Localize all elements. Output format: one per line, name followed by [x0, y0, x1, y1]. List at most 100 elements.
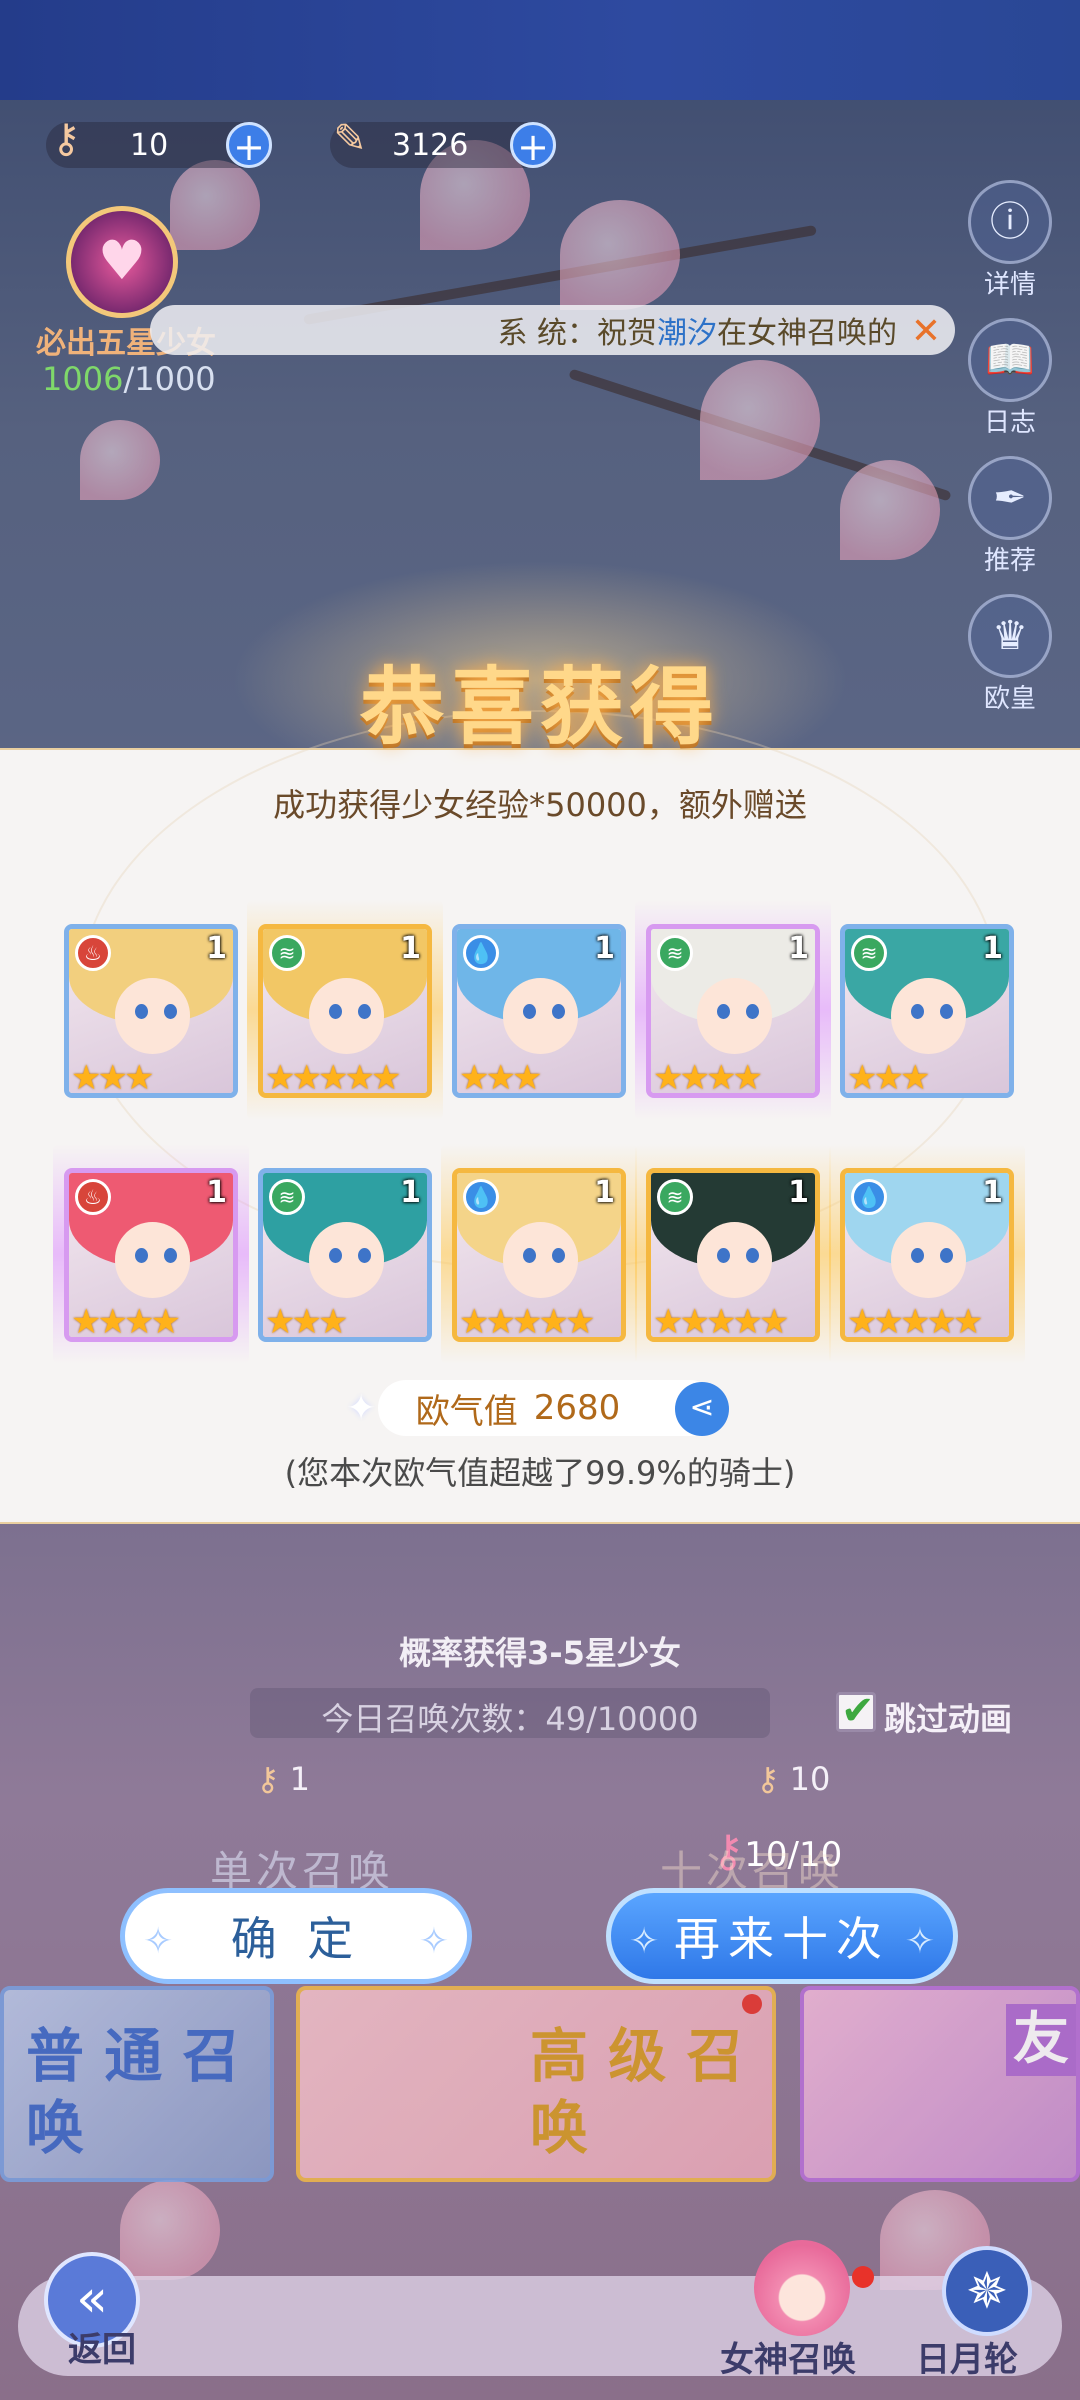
normal-summon-panel[interactable]: 普 通 召唤: [0, 1986, 274, 2182]
add-keys-button[interactable]: +: [226, 122, 272, 169]
water-element-icon: 💧: [463, 935, 499, 971]
reward-card[interactable]: ♨ 1 ★ ★ ★: [64, 924, 238, 1098]
card-count: 1: [400, 931, 421, 966]
reward-card[interactable]: ≋ 1 ★ ★ ★: [258, 1168, 432, 1342]
summon-key-counter: ⚷ 10 +: [46, 116, 272, 169]
star-icon: ★: [150, 1302, 181, 1342]
card-count: 1: [206, 931, 227, 966]
character-eye: [134, 1004, 148, 1020]
fire-element-icon: ♨: [75, 1179, 111, 1215]
checkmark-icon: ✔: [841, 1688, 875, 1734]
single-cost: ⚷ 1: [256, 1760, 310, 1798]
normal-summon-label: 普 通 召唤: [26, 2022, 241, 2162]
card-count: 1: [982, 1175, 1003, 1210]
character-face: [696, 1222, 773, 1298]
summon-key-icon: ⚷: [51, 116, 81, 162]
feather-quill-icon: ✎: [333, 116, 367, 162]
sun-moon-wheel-label: 日月轮: [916, 2340, 1018, 2380]
card-count: 1: [594, 931, 615, 966]
reward-card[interactable]: ≋ 1 ★ ★ ★ ★ ★: [258, 924, 432, 1098]
card-count: 1: [788, 931, 809, 966]
daily-count: 今日召唤次数：49/10000: [321, 1700, 699, 1738]
quill-counter: ✎ 3126 +: [330, 116, 556, 169]
confirm-button[interactable]: ✧ 确 定 ✧: [120, 1888, 472, 1984]
reward-card[interactable]: ≋ 1 ★ ★ ★ ★: [646, 924, 820, 1098]
notification-dot: [742, 1994, 762, 2014]
quill-value: 3126: [392, 127, 469, 163]
summon-again-button[interactable]: ✧ 再来十次 ✧: [606, 1888, 958, 1984]
card-count: 1: [400, 1175, 421, 1210]
confirm-label: 确 定: [230, 1912, 362, 1966]
close-icon[interactable]: ✕: [911, 311, 941, 352]
star-rating: ★ ★ ★: [71, 1061, 154, 1093]
add-quills-button[interactable]: +: [510, 122, 556, 169]
card-count: 1: [982, 931, 1003, 966]
quill-icon: ✒: [968, 456, 1052, 540]
reward-card[interactable]: ≋ 1 ★ ★ ★ ★ ★: [646, 1168, 820, 1342]
sun-moon-wheel-tab[interactable]: ✵ 日月轮: [910, 2240, 1070, 2380]
reward-card[interactable]: ♨ 1 ★ ★ ★ ★: [64, 1168, 238, 1342]
top-banner: [0, 0, 1080, 100]
heart-icon: ♥: [97, 229, 147, 292]
single-cost-value: 1: [289, 1760, 310, 1798]
character-face: [890, 1222, 967, 1298]
luck-label: 欧气值: [415, 1391, 518, 1432]
reward-card[interactable]: 💧 1 ★ ★ ★ ★ ★: [452, 1168, 626, 1342]
character-face: [502, 978, 579, 1054]
ten-cost: ⚷ 10: [756, 1760, 830, 1798]
summon-key-value: 10: [130, 127, 169, 163]
recommend-button[interactable]: ✒ 推荐: [960, 456, 1060, 577]
key-icon: ⚷: [756, 1760, 780, 1798]
ornament-icon: ✧: [629, 1921, 660, 1962]
reward-card[interactable]: 💧 1 ★ ★ ★: [452, 924, 626, 1098]
ticker-player-name: 潮汐: [657, 316, 717, 351]
wind-element-icon: ≋: [269, 935, 305, 971]
luck-value: 2680: [533, 1388, 621, 1428]
star-rating: ★ ★ ★ ★ ★: [847, 1305, 983, 1337]
character-face: [502, 1222, 579, 1298]
share-icon: ⋖: [689, 1390, 715, 1425]
reward-card[interactable]: ≋ 1 ★ ★ ★: [840, 924, 1014, 1098]
guarantee-total: /1000: [123, 360, 216, 398]
wind-element-icon: ≋: [657, 1179, 693, 1215]
skip-animation-checkbox[interactable]: ✔: [836, 1688, 876, 1734]
result-title: 恭喜获得: [359, 657, 720, 756]
skip-animation-label: 跳过动画: [884, 1700, 1013, 1738]
character-eye: [910, 1004, 924, 1020]
card-count: 1: [788, 1175, 809, 1210]
book-icon: 📖: [968, 318, 1052, 402]
details-button[interactable]: ⓘ 详情: [960, 180, 1060, 301]
goddess-summon-tab[interactable]: 女神召唤: [712, 2240, 892, 2380]
luck-value-pill: 欧气值 2680: [378, 1380, 718, 1436]
character-eye: [522, 1004, 536, 1020]
details-label: 详情: [983, 270, 1036, 300]
star-rating: ★ ★ ★ ★ ★: [265, 1061, 401, 1093]
system-ticker: 系 统：祝贺 潮汐 在女神召唤的 ✕: [150, 305, 955, 355]
ornament-icon: ✧: [418, 1921, 449, 1962]
star-icon: ★: [758, 1302, 790, 1342]
character-eye: [910, 1248, 924, 1264]
character-face: [696, 978, 773, 1054]
character-face: [890, 978, 967, 1054]
character-face: [114, 1222, 191, 1298]
star-icon: ★: [952, 1302, 984, 1342]
back-label: 返回: [68, 2330, 136, 2370]
character-face: [308, 1222, 385, 1298]
star-rating: ★ ★ ★: [847, 1061, 930, 1093]
log-button[interactable]: 📖 日志: [960, 318, 1060, 439]
ornament-icon: ✧: [904, 1921, 935, 1962]
star-icon: ★: [732, 1058, 763, 1098]
friend-summon-panel[interactable]: 友: [800, 1986, 1080, 2182]
character-eye: [328, 1004, 342, 1020]
notification-dot: [852, 2266, 874, 2288]
reward-card[interactable]: 💧 1 ★ ★ ★ ★ ★: [840, 1168, 1014, 1342]
back-button[interactable]: « 返回: [30, 2252, 160, 2382]
guarantee-badge[interactable]: ♥: [66, 206, 178, 318]
advanced-summon-panel[interactable]: 高 级 召唤: [296, 1986, 776, 2182]
ten-cost-value: 10: [789, 1760, 831, 1798]
share-button[interactable]: ⋖: [675, 1382, 729, 1436]
recommend-label: 推荐: [983, 546, 1036, 576]
sparkle-icon: ✦: [346, 1388, 377, 1429]
star-rating: ★ ★ ★: [265, 1305, 348, 1337]
key-icon: ⚷: [256, 1760, 280, 1798]
